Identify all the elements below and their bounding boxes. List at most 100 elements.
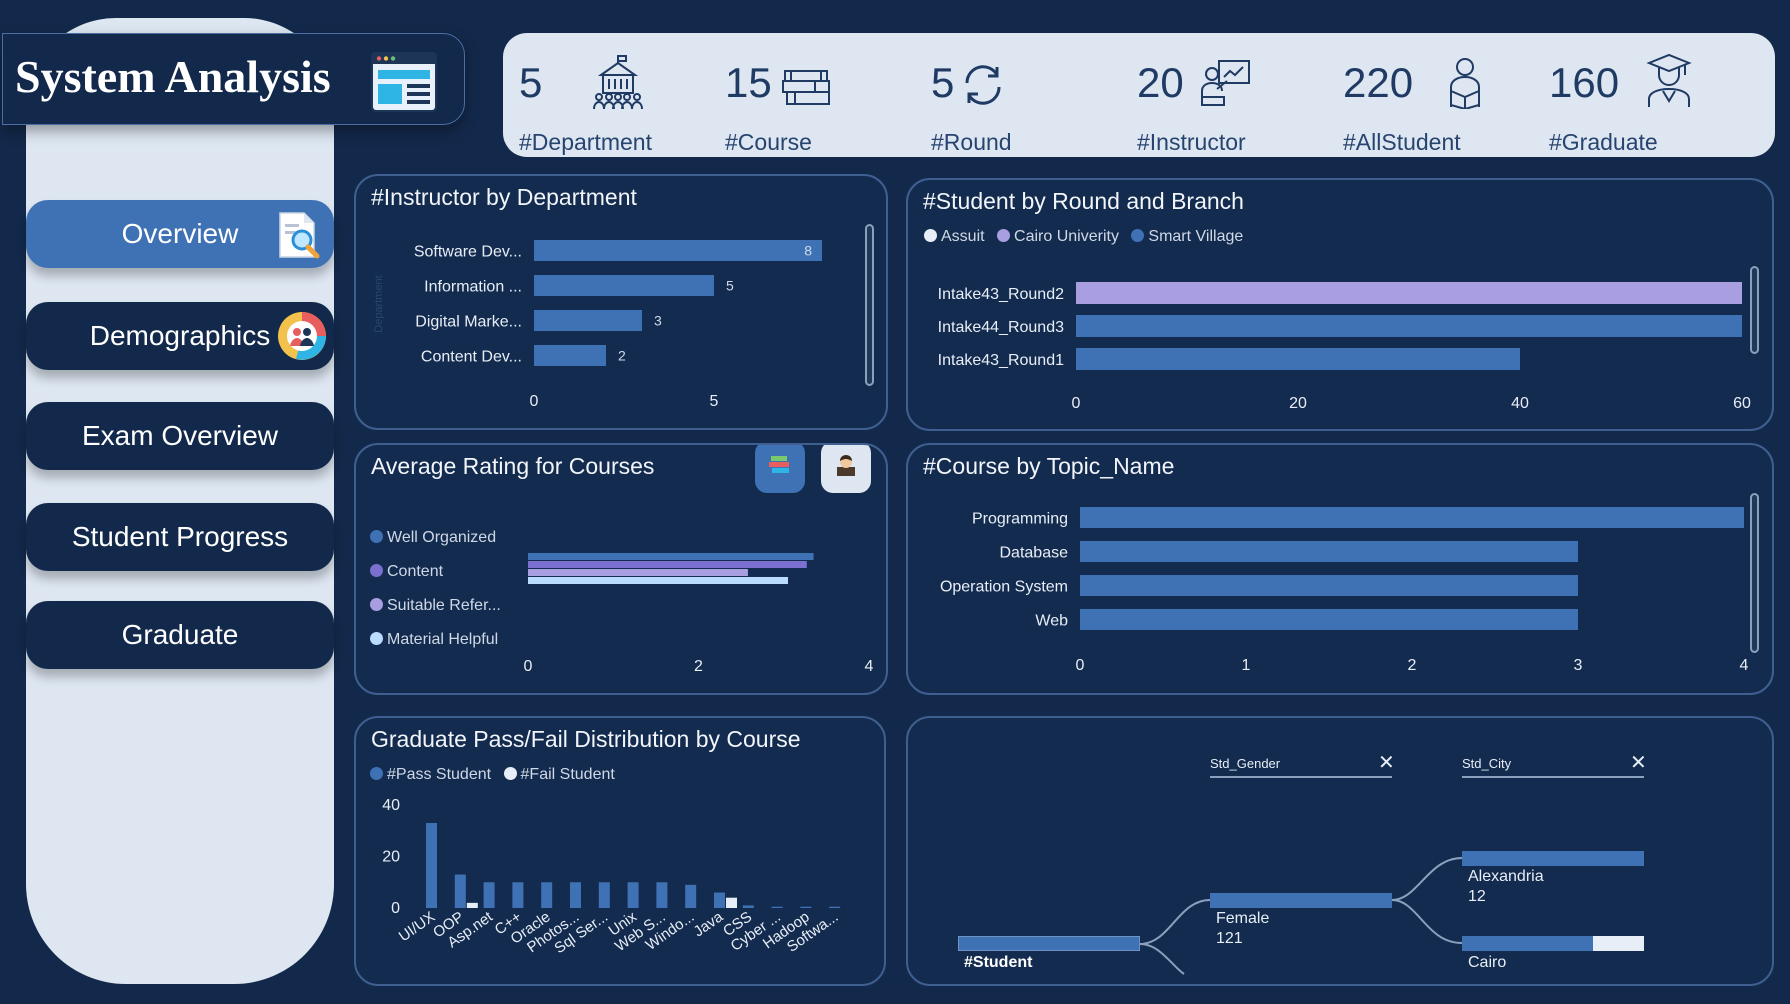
cairo-node-bar-fill xyxy=(1462,936,1594,951)
kpi-round: 5 #Round xyxy=(915,55,1115,155)
nav-overview-button[interactable]: Overview xyxy=(26,200,334,268)
magnifier-document-icon xyxy=(274,210,324,267)
category-label: Operation System xyxy=(940,579,1068,596)
pass-bar xyxy=(742,905,754,908)
teacher-board-icon xyxy=(1199,57,1251,114)
nav-graduate-label: Graduate xyxy=(121,619,239,650)
refresh-cycle-icon xyxy=(959,61,1007,114)
pass-bar xyxy=(512,882,524,908)
data-label: 5 xyxy=(726,278,734,294)
bar xyxy=(1076,348,1520,370)
data-label: 2 xyxy=(618,348,626,364)
kpi-course: 15 #Course xyxy=(709,55,909,155)
instructor-chart-scrollbar[interactable] xyxy=(865,224,874,386)
bar xyxy=(1080,541,1578,562)
round-chart-scrollbar[interactable] xyxy=(1750,266,1759,354)
instructor-by-department-card: #Instructor by Department Department Sof… xyxy=(354,174,888,430)
category-label: Digital Marke... xyxy=(415,314,522,331)
student-by-round-chart: Intake43_Round2 Intake44_Round3 Intake43_R… xyxy=(938,282,1751,412)
kpi-course-value: 15 xyxy=(725,59,772,106)
books-icon xyxy=(781,67,833,112)
nav-student-progress-label: Student Progress xyxy=(71,521,289,552)
x-tick-label: 5 xyxy=(710,393,719,410)
female-node-value: 121 xyxy=(1216,930,1243,947)
x-tick-label: 40 xyxy=(1511,395,1529,412)
data-label: 8 xyxy=(804,243,812,259)
nav-demographics-button[interactable]: Demographics xyxy=(26,302,334,370)
decomposition-tree-card: Std_Gender ✕ Std_City ✕ #Student Female … xyxy=(906,716,1774,986)
kpi-graduate-value: 160 xyxy=(1549,59,1620,106)
student-root-label: #Student xyxy=(964,954,1033,971)
fail-bar xyxy=(726,897,737,908)
category-label: Intake44_Round3 xyxy=(938,319,1064,336)
x-tick-label: 60 xyxy=(1733,395,1751,412)
category-label: Programming xyxy=(972,511,1068,528)
bar xyxy=(1076,282,1742,304)
category-label: Information ... xyxy=(424,279,522,296)
graduate-cap-icon xyxy=(1645,53,1693,114)
student-root-bar[interactable] xyxy=(958,936,1140,951)
building-icon xyxy=(589,53,647,116)
kpi-department: 5 #Department xyxy=(503,53,703,155)
bar xyxy=(534,310,642,331)
category-label: Intake43_Round1 xyxy=(938,352,1064,369)
bar xyxy=(1080,507,1744,528)
nav-exam-overview-label: Exam Overview xyxy=(81,420,279,451)
category-label: Intake43_Round2 xyxy=(938,286,1064,303)
alexandria-node-bar[interactable] xyxy=(1462,851,1644,866)
kpi-department-label: #Department xyxy=(519,129,652,155)
kpi-instructor-value: 20 xyxy=(1137,59,1184,106)
alexandria-node-label: Alexandria xyxy=(1468,868,1544,885)
kpi-course-label: #Course xyxy=(725,129,812,155)
y-tick-label: 40 xyxy=(382,797,400,814)
student-reading-icon xyxy=(1443,55,1487,114)
nav-student-progress-button[interactable]: Student Progress xyxy=(26,503,334,571)
kpi-round-label: #Round xyxy=(931,129,1012,155)
rating-bar xyxy=(528,569,748,576)
kpi-allstudent: 220 #AllStudent xyxy=(1327,55,1527,155)
x-tick-label: 0 xyxy=(1072,395,1081,412)
pass-bar xyxy=(426,823,437,908)
pass-bar xyxy=(570,882,581,908)
graduate-pass-fail-card: Graduate Pass/Fail Distribution by Cours… xyxy=(354,716,886,986)
bar xyxy=(534,345,606,366)
y-tick-label: 0 xyxy=(391,900,400,917)
kpi-graduate: 160 #Graduate xyxy=(1533,53,1733,155)
x-tick-label: 0 xyxy=(530,393,539,410)
app-title: System Analysis xyxy=(15,51,331,102)
bar xyxy=(1076,315,1742,337)
sidebar-panel xyxy=(26,18,334,984)
x-tick-label: 3 xyxy=(1574,657,1583,674)
bar xyxy=(534,275,714,296)
category-label: Database xyxy=(1000,545,1069,562)
x-tick-label: 0 xyxy=(1076,657,1085,674)
pass-bar xyxy=(656,882,668,908)
nav-exam-overview-button[interactable]: Exam Overview xyxy=(26,402,334,470)
nav-overview-label: Overview xyxy=(121,218,239,249)
nav-graduate-button[interactable]: Graduate xyxy=(26,601,334,669)
bar xyxy=(534,240,822,261)
bar xyxy=(1080,609,1578,630)
nav-demographics-label: Demographics xyxy=(89,320,271,351)
category-label: Web xyxy=(1035,613,1068,630)
pass-bar xyxy=(627,882,639,908)
pass-bar xyxy=(483,882,495,908)
pass-bar xyxy=(685,884,697,908)
x-tick-label: 2 xyxy=(1408,657,1417,674)
female-node-bar[interactable] xyxy=(1210,893,1392,908)
instructor-y-axis-label: Department xyxy=(373,275,385,332)
app-title-box: System Analysis xyxy=(2,33,465,125)
data-label: 3 xyxy=(654,313,662,329)
bar xyxy=(1080,575,1578,596)
people-chart-icon xyxy=(276,310,328,369)
rating-bar xyxy=(528,561,807,568)
kpi-department-value: 5 xyxy=(519,59,543,106)
dashboard-window-icon xyxy=(371,52,437,117)
alexandria-node-value: 12 xyxy=(1468,888,1486,905)
kpi-round-value: 5 xyxy=(931,59,955,106)
pass-bar xyxy=(598,882,610,908)
topic-chart-scrollbar[interactable] xyxy=(1750,493,1759,653)
rating-bar xyxy=(528,553,814,560)
cairo-node-bar-bg[interactable] xyxy=(1462,936,1644,951)
course-by-topic-card: #Course by Topic_Name Programming Databas… xyxy=(906,443,1774,695)
